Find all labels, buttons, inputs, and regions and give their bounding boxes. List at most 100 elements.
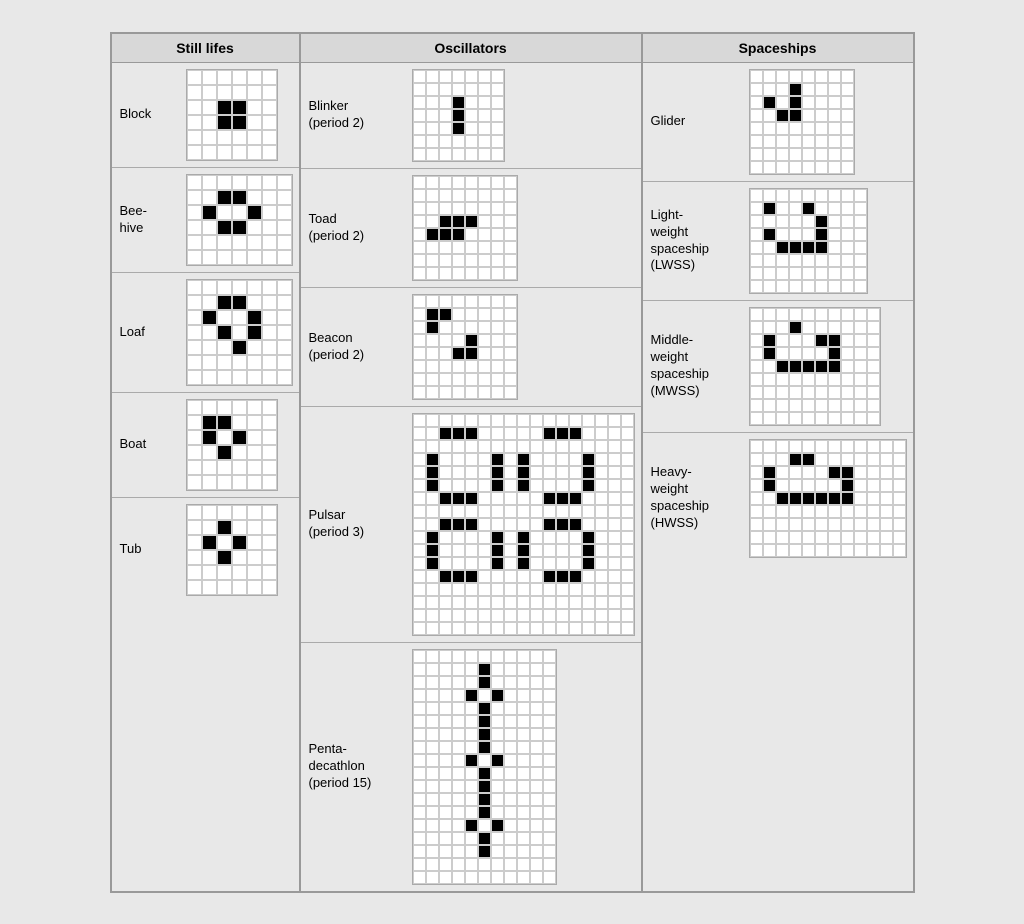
grid-cell	[439, 83, 452, 96]
grid-cell	[491, 715, 504, 728]
grid-cell	[893, 544, 906, 557]
grid-cell	[247, 475, 262, 490]
grid-cell	[530, 728, 543, 741]
grid-cell	[763, 161, 776, 174]
grid-cell	[439, 122, 452, 135]
grid-cell	[187, 400, 202, 415]
grid-cell	[828, 412, 841, 425]
grid-cell	[776, 308, 789, 321]
pattern-row: Heavy- weight spaceship (HWSS)	[643, 433, 913, 564]
grid-cell	[452, 858, 465, 871]
grid-cell	[465, 819, 478, 832]
grid-cell	[478, 347, 491, 360]
grid-cell	[815, 161, 828, 174]
grid-cell	[217, 175, 232, 190]
grid-cell	[556, 427, 569, 440]
grid-cell	[530, 596, 543, 609]
grid-cell	[413, 518, 426, 531]
grid-cell	[247, 415, 262, 430]
grid-cell	[815, 412, 828, 425]
grid-cell	[491, 728, 504, 741]
grid-cell	[841, 479, 854, 492]
grid-cell	[187, 565, 202, 580]
grid-cell	[202, 325, 217, 340]
grid-cell	[426, 109, 439, 122]
grid-cell	[854, 321, 867, 334]
grid-cell	[504, 622, 517, 635]
grid-cell	[750, 308, 763, 321]
grid-cell	[582, 518, 595, 531]
grid-cell	[413, 83, 426, 96]
grid-cell	[569, 596, 582, 609]
grid-cell	[867, 386, 880, 399]
grid-cell	[465, 202, 478, 215]
grid-cell	[828, 280, 841, 293]
grid-cell	[543, 466, 556, 479]
grid-cell	[413, 871, 426, 884]
grid-cell	[776, 466, 789, 479]
grid-cell	[750, 189, 763, 202]
grid-cell	[750, 544, 763, 557]
grid-cell	[504, 492, 517, 505]
grid-cell	[763, 321, 776, 334]
grid-cell	[621, 557, 634, 570]
grid-cell	[569, 453, 582, 466]
grid-cell	[841, 202, 854, 215]
grid-cell	[262, 535, 277, 550]
grid-cell	[232, 235, 247, 250]
grid-cell	[556, 570, 569, 583]
grid-cell	[608, 583, 621, 596]
grid-cell	[763, 399, 776, 412]
grid-cell	[595, 492, 608, 505]
grid-cell	[202, 340, 217, 355]
grid-cell	[232, 400, 247, 415]
pattern-grid	[749, 69, 855, 175]
grid-cell	[530, 832, 543, 845]
grid-cell	[841, 280, 854, 293]
grid-cell	[478, 544, 491, 557]
grid-cell	[854, 334, 867, 347]
grid-cell	[491, 544, 504, 557]
grid-cell	[828, 479, 841, 492]
grid-cell	[277, 370, 292, 385]
grid-cell	[815, 280, 828, 293]
grid-cell	[530, 780, 543, 793]
grid-cell	[517, 780, 530, 793]
grid-cell	[789, 202, 802, 215]
grid-cell	[439, 544, 452, 557]
grid-cell	[439, 360, 452, 373]
grid-cell	[491, 109, 504, 122]
grid-cell	[439, 334, 452, 347]
grid-cell	[789, 83, 802, 96]
grid-cell	[202, 415, 217, 430]
grid-cell	[232, 535, 247, 550]
grid-cell	[262, 280, 277, 295]
grid-cell	[828, 135, 841, 148]
grid-cell	[247, 445, 262, 460]
grid-cell	[413, 596, 426, 609]
grid-cell	[569, 492, 582, 505]
grid-cell	[621, 440, 634, 453]
grid-cell	[187, 115, 202, 130]
grid-cell	[452, 806, 465, 819]
grid-cell	[750, 122, 763, 135]
grid-cell	[504, 767, 517, 780]
grid-cell	[621, 466, 634, 479]
grid-cell	[247, 205, 262, 220]
grid-cell	[776, 83, 789, 96]
grid-cell	[452, 360, 465, 373]
grid-cell	[802, 135, 815, 148]
grid-cell	[530, 819, 543, 832]
grid-cell	[491, 871, 504, 884]
grid-cell	[452, 676, 465, 689]
grid-cell	[478, 728, 491, 741]
spaceships-patterns: GliderLight- weight spaceship (LWSS)Midd…	[643, 63, 913, 564]
grid-cell	[504, 466, 517, 479]
grid-cell	[478, 715, 491, 728]
grid-cell	[202, 475, 217, 490]
grid-cell	[232, 70, 247, 85]
grid-cell	[608, 544, 621, 557]
grid-cell	[582, 583, 595, 596]
grid-cell	[893, 440, 906, 453]
grid-cell	[465, 453, 478, 466]
